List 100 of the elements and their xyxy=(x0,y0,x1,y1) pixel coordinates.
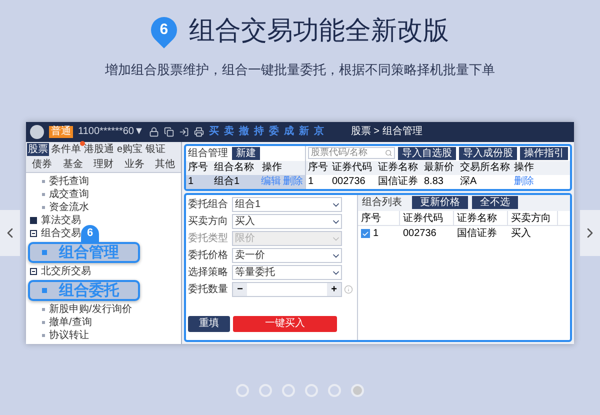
login-icon[interactable] xyxy=(178,126,189,136)
tree-group[interactable]: 算法交易 xyxy=(41,214,81,226)
nav-tab[interactable]: 债券 xyxy=(30,158,54,170)
copy-icon[interactable] xyxy=(164,126,174,136)
quick-action-button[interactable]: 撤 xyxy=(238,124,249,139)
previous-button[interactable] xyxy=(0,210,20,256)
table-cell-text: 国信证券 xyxy=(377,174,419,188)
nav-tab[interactable]: 港股通 xyxy=(83,142,115,156)
field-label: 委托数量 xyxy=(188,282,229,297)
nav-tab[interactable]: 股票 xyxy=(27,142,49,156)
tree-item[interactable]: 资金流水 xyxy=(49,200,89,214)
account-id[interactable]: 1100******60▼ xyxy=(78,124,144,139)
expand-icon[interactable] xyxy=(30,216,37,224)
table-cell-text: 深A xyxy=(459,174,478,188)
table-cell-text: 8.83 xyxy=(423,174,444,188)
bullet-icon xyxy=(42,320,45,324)
nav-tab[interactable]: 其他 xyxy=(153,158,177,170)
nav-tab[interactable]: 条件单 xyxy=(50,142,82,156)
select-field[interactable]: 等量委托 xyxy=(232,265,342,280)
field-label: 委托类型 xyxy=(188,232,229,246)
bullet-icon xyxy=(42,192,45,196)
nav-tab[interactable]: 业务 xyxy=(122,158,146,170)
quick-action-button[interactable]: 持 xyxy=(254,124,264,139)
bullet-icon xyxy=(42,288,47,292)
column-header: 证券代码 xyxy=(400,210,454,224)
table-cell-text: 1 xyxy=(307,174,315,188)
select-field[interactable]: 卖一价 xyxy=(232,248,342,263)
tree-item[interactable]: 委托查询 xyxy=(49,174,89,188)
quantity-stepper[interactable]: − + xyxy=(232,282,342,297)
nav-tab[interactable]: 基金 xyxy=(60,158,85,170)
toolbar-button[interactable]: 全不选 xyxy=(472,196,518,209)
plus-button[interactable]: + xyxy=(327,282,341,297)
search-icon xyxy=(384,149,392,157)
table-link[interactable]: 删除 xyxy=(512,174,536,188)
panel-title: 组合管理 xyxy=(188,146,228,160)
quick-action-button[interactable]: 买 xyxy=(208,124,219,139)
search-field[interactable]: 股票代码/名称 xyxy=(308,147,395,159)
collapse-icon[interactable] xyxy=(30,268,37,274)
check-icon xyxy=(362,230,369,238)
column-header: 序号 xyxy=(187,160,209,174)
buy-button[interactable]: 一键买入 xyxy=(233,316,337,332)
column-header: 序号 xyxy=(358,210,400,224)
info-icon[interactable] xyxy=(344,285,353,294)
column-header: 最新价 xyxy=(423,160,455,174)
column-header: 买卖方向 xyxy=(508,210,558,224)
field-label: 委托组合 xyxy=(188,198,229,212)
avatar-icon xyxy=(30,124,44,138)
table-cell-text: 002736 xyxy=(331,174,366,188)
table-cell-text: 买入 xyxy=(510,226,532,240)
column-header: 操作 xyxy=(261,160,283,174)
collapse-icon[interactable] xyxy=(30,230,37,236)
checkbox[interactable] xyxy=(361,229,370,238)
select-field[interactable]: 买入 xyxy=(232,214,342,229)
field-label: 委托价格 xyxy=(188,248,229,263)
nav-tab[interactable]: 银证 xyxy=(144,142,167,156)
toolbar-button[interactable]: 导入成份股 xyxy=(459,146,517,160)
column-header: 证券代码 xyxy=(331,160,373,174)
toolbar-button[interactable]: 更新价格 xyxy=(412,196,468,209)
breadcrumb: 股票 > 组合管理 xyxy=(350,125,422,139)
nav-tab[interactable]: 理财 xyxy=(92,158,116,170)
nav-tab[interactable]: e购宝 xyxy=(116,142,144,156)
lock-icon[interactable] xyxy=(148,126,159,136)
level-badge: 普通 xyxy=(49,126,73,138)
tree-item[interactable]: 新股申购/发行询价 xyxy=(49,302,132,316)
printer-icon[interactable] xyxy=(194,126,204,136)
bullet-icon xyxy=(42,334,45,336)
column-header: 证券名称 xyxy=(454,210,508,224)
bullet-icon xyxy=(42,206,45,208)
next-button[interactable] xyxy=(580,210,600,256)
bullet-icon xyxy=(42,180,45,182)
bullet-icon xyxy=(42,250,47,254)
tree-item[interactable]: 成交查询 xyxy=(49,188,89,200)
quick-action-button[interactable]: 成 xyxy=(284,124,294,139)
quick-action-button[interactable]: 委 xyxy=(268,124,279,139)
slide-title: 组合交易功能全新改版 xyxy=(189,14,449,46)
field-label: 买卖方向 xyxy=(188,214,229,229)
bullet-icon xyxy=(42,308,45,310)
reset-button[interactable]: 重填 xyxy=(188,316,230,332)
toolbar-button[interactable]: 新建 xyxy=(232,146,260,160)
panel-title: 组合列表 xyxy=(362,196,402,210)
tree-group[interactable]: 北交所交易 xyxy=(41,264,91,278)
tree-item[interactable]: 撤单/查询 xyxy=(49,316,92,328)
column-header: 组合名称 xyxy=(213,160,255,174)
column-header: 操作 xyxy=(513,160,535,174)
select-field[interactable]: 组合1 xyxy=(232,197,342,212)
quick-action-button[interactable]: 新 xyxy=(298,124,309,139)
field-label: 选择策略 xyxy=(188,266,229,280)
table-cell-text: 1 xyxy=(187,174,195,188)
quick-action-button[interactable]: 京 xyxy=(314,124,324,139)
toolbar-button[interactable]: 操作指引 xyxy=(520,146,568,160)
tree-item[interactable]: 协议转让 xyxy=(49,328,89,342)
toolbar-button[interactable]: 导入自选股 xyxy=(398,146,456,160)
tree-group[interactable]: 组合交易 xyxy=(41,226,81,240)
quick-action-button[interactable]: 卖 xyxy=(224,124,234,139)
minus-button[interactable]: − xyxy=(233,282,247,297)
table-cell-text: 1 xyxy=(372,226,380,240)
column-header: 序号 xyxy=(307,160,329,174)
table-cell-text: 国信证券 xyxy=(456,226,498,240)
table-cell-text: 002736 xyxy=(402,226,438,240)
column-header: 交易所名称 xyxy=(459,160,511,174)
